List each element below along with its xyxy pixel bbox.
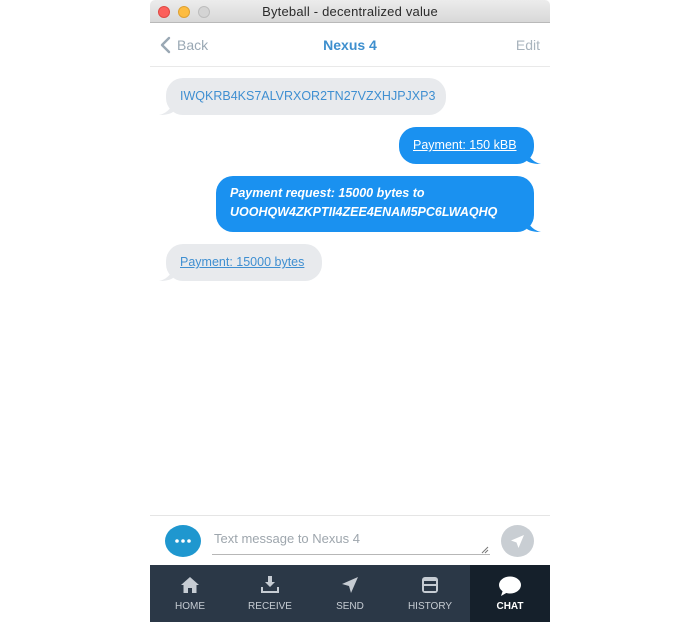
more-options-button[interactable] [165,525,201,557]
tab-label: RECEIVE [248,601,292,612]
payment-request-address: UOOHQW4ZKPTII4ZEE4ENAM5PC6LWAQHQ [230,205,498,219]
bubble-tail [527,220,541,232]
history-icon [422,577,438,593]
tab-label: CHAT [496,601,524,612]
message-incoming-address: IWQKRB4KS7ALVRXOR2TN27VZXHJPJXP3 [159,78,446,115]
window-title: Byteball - decentralized value [262,4,438,19]
download-icon [261,576,279,593]
app-window: Byteball - decentralized value Back Nexu… [150,0,550,622]
chat-header: Back Nexus 4 Edit [150,23,550,67]
message-outgoing-payment[interactable]: Payment: 150 kBB [399,127,541,164]
title-bar: Byteball - decentralized value [150,0,550,23]
message-incoming-payment[interactable]: Payment: 15000 bytes [159,244,322,281]
tab-send[interactable]: SEND [310,565,390,622]
message-text: IWQKRB4KS7ALVRXOR2TN27VZXHJPJXP3 [180,89,436,103]
bubble-tail [159,269,173,281]
message-composer [150,515,550,565]
payment-link[interactable]: Payment: 15000 bytes [180,255,304,269]
tab-home[interactable]: HOME [150,565,230,622]
paper-plane-icon [511,535,524,548]
message-input[interactable] [212,525,490,555]
ellipsis-icon [175,539,191,543]
tab-label: HISTORY [407,601,453,612]
edit-button[interactable]: Edit [516,37,540,53]
bottom-tab-bar: HOME RECEIVE SEND HISTORY CHAT [150,565,550,622]
resize-grip-icon[interactable] [481,546,489,554]
home-icon [181,577,199,593]
tab-chat[interactable]: CHAT [470,565,550,622]
tab-receive[interactable]: RECEIVE [230,565,310,622]
tab-label: SEND [336,601,364,612]
page-title: Nexus 4 [323,37,377,53]
message-outgoing-payment-request: Payment request: 15000 bytes to UOOHQW4Z… [216,176,541,232]
bubble-tail [159,103,173,115]
message-list: IWQKRB4KS7ALVRXOR2TN27VZXHJPJXP3 Payment… [150,67,550,515]
send-message-button[interactable] [501,525,534,557]
send-icon [342,577,358,593]
bubble-tail [527,152,541,164]
tab-history[interactable]: HISTORY [390,565,470,622]
payment-link[interactable]: Payment: 150 kBB [413,138,517,152]
payment-request-line: Payment request: 15000 bytes to [230,186,425,200]
tab-label: HOME [175,601,205,612]
chat-icon [499,576,521,596]
